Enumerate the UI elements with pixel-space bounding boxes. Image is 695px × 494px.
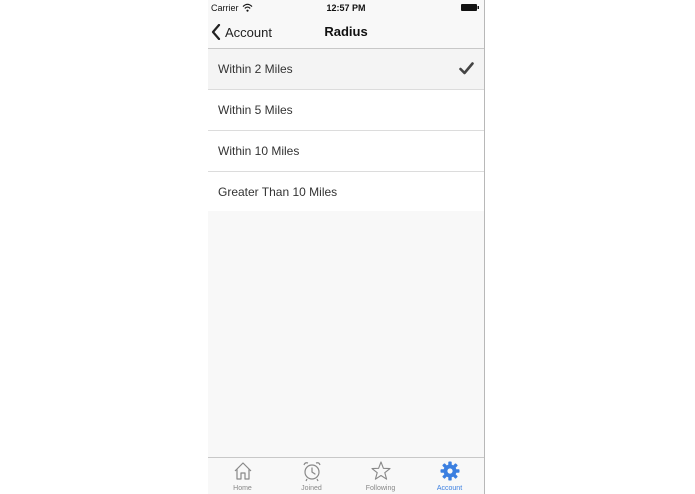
tab-home-label: Home [233,485,252,492]
star-icon [370,461,391,480]
tab-joined-label: Joined [301,485,322,492]
tab-bar: Home Joined Following Account [208,457,484,494]
home-icon [234,462,251,480]
empty-content-area [208,211,484,458]
tab-joined[interactable]: Joined [277,458,346,494]
checkmark-icon [459,62,474,75]
tab-account[interactable]: Account [415,458,484,494]
radius-option-label: Within 2 Miles [218,62,293,76]
gear-icon [440,461,459,481]
radius-option-list: Within 2 Miles Within 5 Miles Within 10 … [208,49,484,213]
battery-icon [461,4,479,11]
tab-following-label: Following [365,485,396,492]
radius-option-5-miles[interactable]: Within 5 Miles [208,90,484,131]
radius-option-10-miles[interactable]: Within 10 Miles [208,131,484,172]
radius-option-2-miles[interactable]: Within 2 Miles [208,49,484,90]
radius-option-label: Within 5 Miles [218,103,293,117]
phone-screen: Carrier 12:57 PM Account Radius Within 2… [208,0,485,494]
navigation-bar: Account Radius [208,16,484,49]
tab-following[interactable]: Following [346,458,415,494]
radius-option-label: Greater Than 10 Miles [218,185,338,199]
status-time: 12:57 PM [326,3,366,13]
tab-home[interactable]: Home [208,458,277,494]
alarm-clock-icon [302,462,321,482]
radius-option-greater-than-10-miles[interactable]: Greater Than 10 Miles [208,172,484,213]
radius-option-label: Within 10 Miles [218,144,300,158]
status-bar: Carrier 12:57 PM [208,0,484,16]
page-title: Radius [324,24,368,39]
tab-account-label: Account [436,485,463,492]
